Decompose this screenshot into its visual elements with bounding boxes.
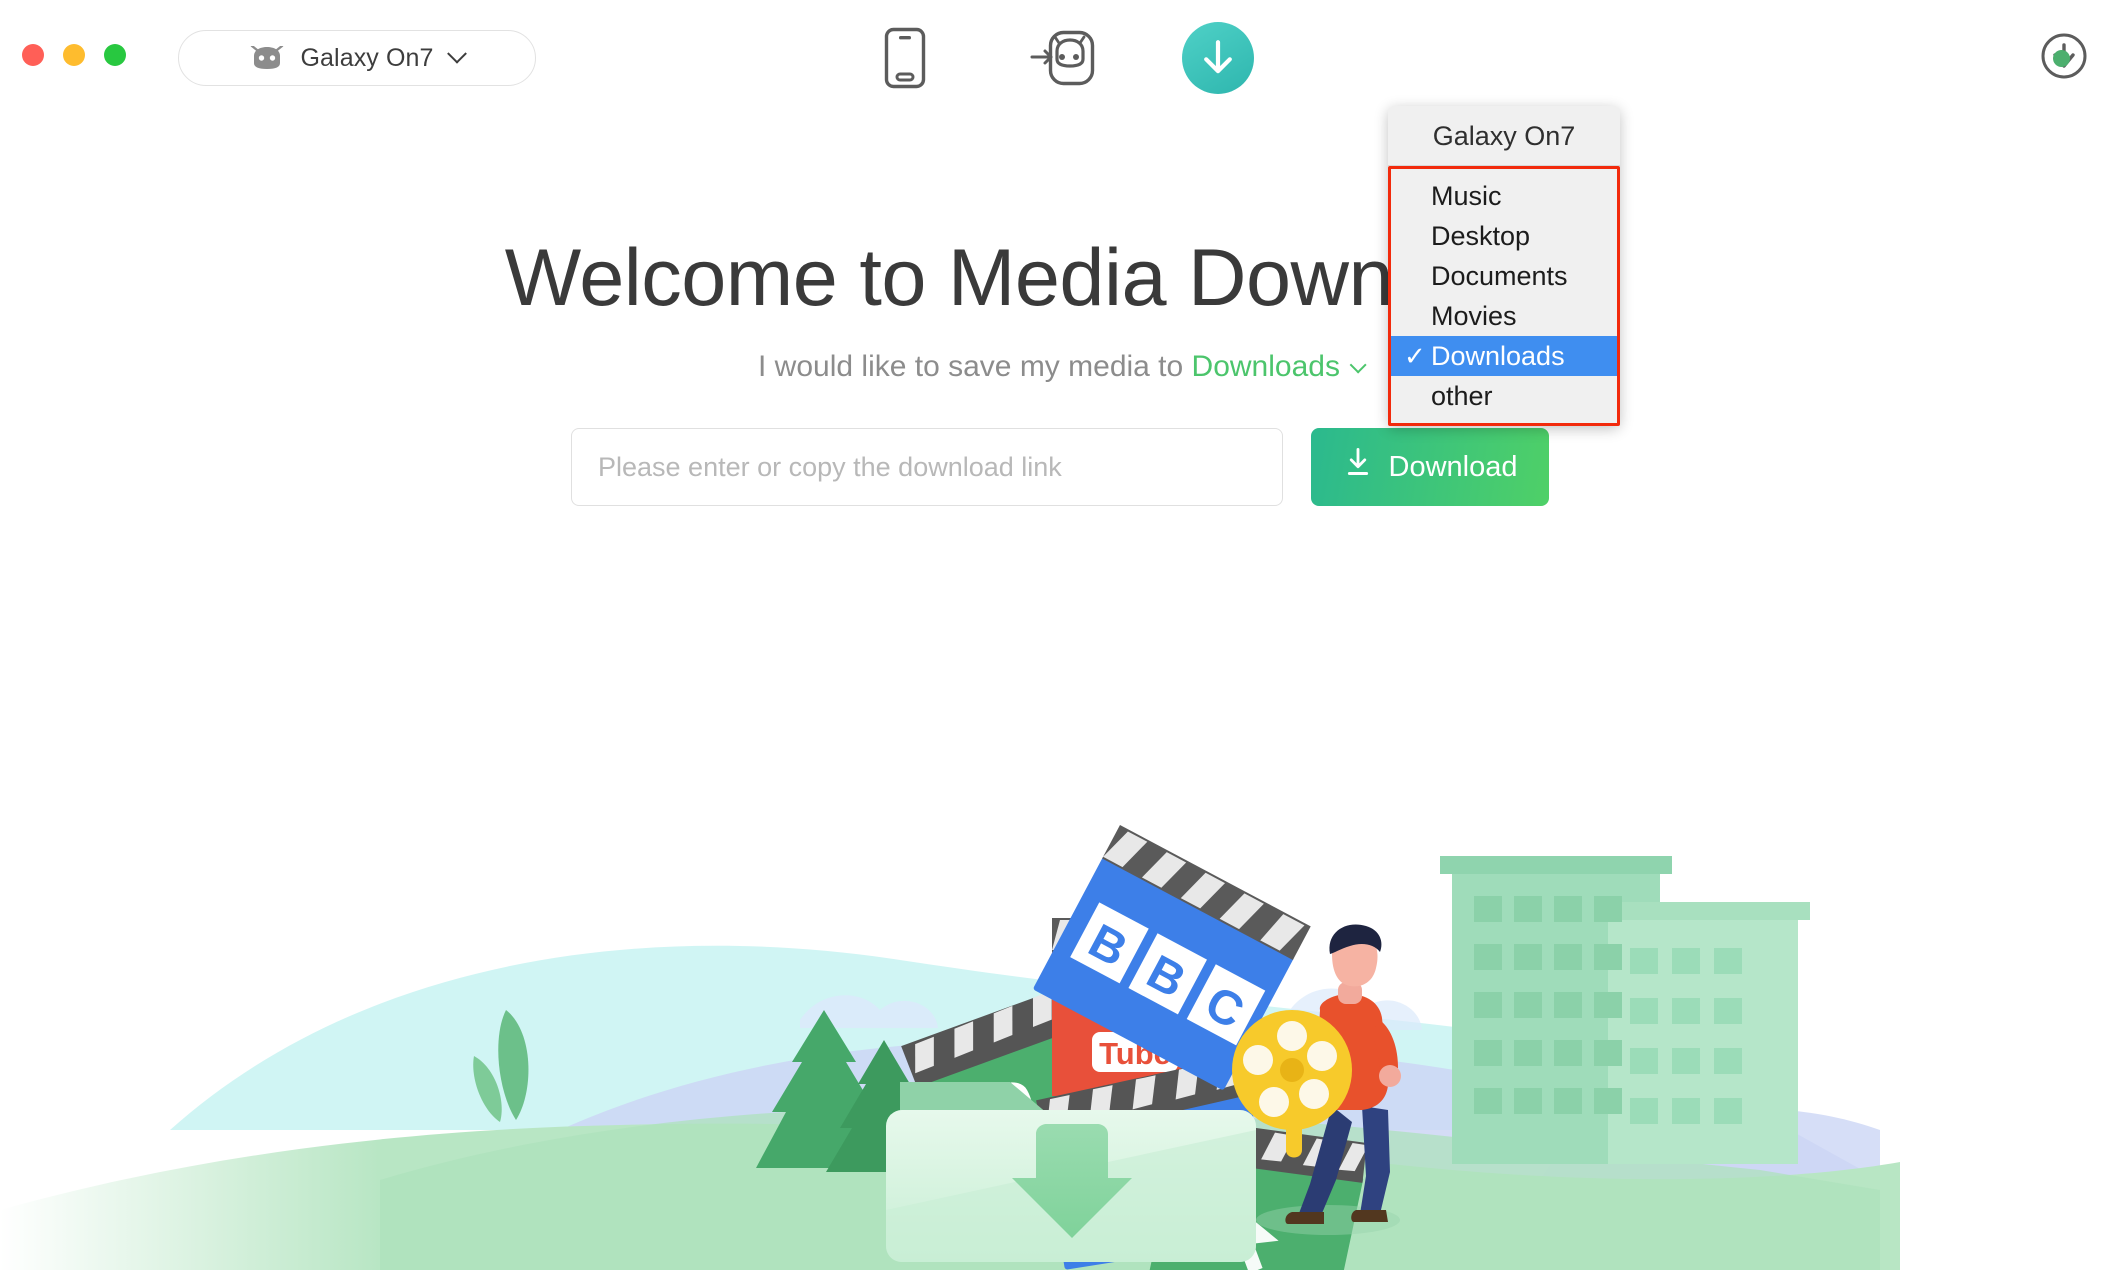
dropdown-item-label: Desktop	[1431, 221, 1530, 251]
save-location-dropdown-menu[interactable]: Galaxy On7 Music Desktop Documents Movie…	[1388, 106, 1620, 426]
dropdown-item-other[interactable]: other	[1391, 376, 1617, 416]
download-link-input[interactable]	[571, 428, 1283, 506]
save-location-line: I would like to save my media to Downloa…	[0, 350, 2120, 384]
download-button-label: Download	[1389, 451, 1518, 484]
window-controls	[22, 44, 126, 66]
android-robot-icon	[250, 46, 284, 70]
download-arrow-icon	[1343, 447, 1373, 487]
download-status-icon[interactable]	[2038, 26, 2094, 82]
dropdown-item-label: Movies	[1431, 301, 1517, 331]
dropdown-item-movies[interactable]: Movies	[1391, 296, 1617, 336]
device-name-label: Galaxy On7	[300, 44, 433, 73]
save-prefix-label: I would like to save my media to	[758, 350, 1183, 383]
phone-icon[interactable]	[866, 19, 944, 97]
device-selector-button[interactable]: Galaxy On7	[178, 30, 536, 86]
chevron-down-icon	[447, 44, 467, 64]
notification-dot	[2053, 50, 2070, 67]
dropdown-item-downloads[interactable]: ✓ Downloads	[1391, 336, 1617, 376]
dropdown-item-documents[interactable]: Documents	[1391, 256, 1617, 296]
download-form: Download	[0, 428, 2120, 506]
dropdown-item-desktop[interactable]: Desktop	[1391, 216, 1617, 256]
dropdown-item-label: Downloads	[1431, 341, 1565, 371]
download-circle-icon[interactable]	[1182, 22, 1254, 94]
media-download-illustration: You Tube	[0, 710, 2120, 1270]
checkmark-icon: ✓	[1404, 336, 1426, 376]
app-window: You Tube	[0, 0, 2120, 1270]
title-bar: Galaxy On7	[0, 0, 2120, 115]
minimize-window-button[interactable]	[63, 44, 85, 66]
android-import-icon[interactable]	[1024, 19, 1102, 97]
dropdown-item-music[interactable]: Music	[1391, 176, 1617, 216]
save-location-value[interactable]: Downloads	[1192, 350, 1340, 383]
dropdown-header: Galaxy On7	[1388, 106, 1620, 166]
chevron-down-icon[interactable]	[1350, 357, 1367, 374]
download-button[interactable]: Download	[1311, 428, 1549, 506]
page-title: Welcome to Media Downloader	[0, 238, 2120, 319]
dropdown-item-list: Music Desktop Documents Movies ✓ Downloa…	[1388, 166, 1620, 426]
dropdown-item-label: other	[1431, 381, 1493, 411]
close-window-button[interactable]	[22, 44, 44, 66]
dropdown-item-label: Documents	[1431, 261, 1568, 291]
dropdown-item-label: Music	[1431, 181, 1502, 211]
maximize-window-button[interactable]	[104, 44, 126, 66]
